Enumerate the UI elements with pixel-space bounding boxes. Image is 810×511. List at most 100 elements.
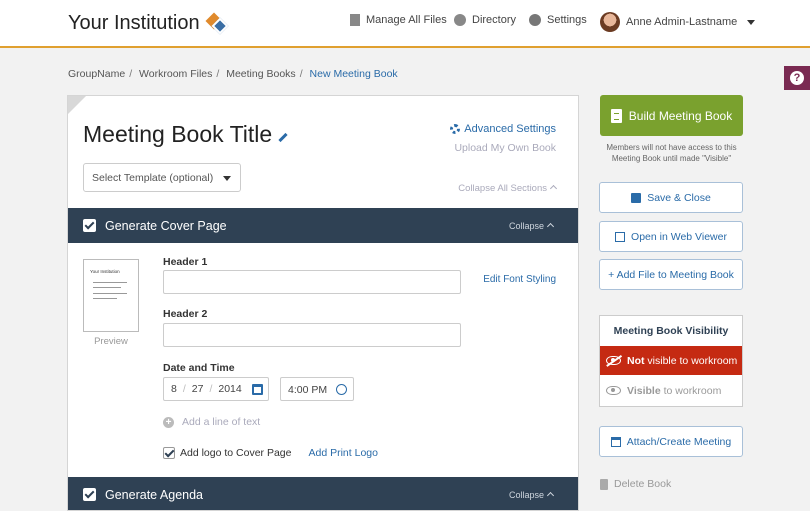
header2-label: Header 2	[163, 308, 208, 320]
breadcrumb-link[interactable]: GroupName	[68, 68, 125, 80]
build-meeting-book-button[interactable]: Build Meeting Book	[600, 95, 743, 136]
not-visible-option[interactable]: Not visible to workroom	[600, 346, 742, 375]
calendar-icon	[610, 436, 621, 447]
delete-label: Delete Book	[614, 478, 672, 490]
breadcrumb-separator: /	[299, 68, 303, 80]
page-fold-corner	[68, 96, 86, 114]
edit-font-styling-link[interactable]: Edit Font Styling	[483, 274, 556, 285]
thumbnail-line	[93, 287, 121, 288]
breadcrumb-link[interactable]: Meeting Books	[226, 68, 295, 80]
open-web-viewer-button[interactable]: Open in Web Viewer	[599, 221, 743, 252]
save-close-button[interactable]: Save & Close	[599, 182, 743, 213]
header2-input[interactable]	[163, 323, 461, 347]
visible-option[interactable]: Visible to workroom	[600, 375, 742, 406]
agenda-section-checkbox[interactable]	[83, 488, 96, 501]
visibility-panel: Meeting Book Visibility Not visible to w…	[599, 315, 743, 407]
header1-input[interactable]	[163, 270, 461, 294]
calendar-icon[interactable]	[252, 384, 263, 395]
nav-label: Settings	[547, 14, 587, 26]
user-menu[interactable]: Anne Admin-Lastname	[600, 12, 756, 32]
not-visible-text: visible to workroom	[647, 354, 738, 367]
help-button[interactable]: ?	[784, 66, 810, 90]
date-day: 27	[191, 383, 204, 395]
header1-label: Header 1	[163, 256, 208, 268]
collapse-label: Collapse	[508, 220, 544, 231]
nav-settings[interactable]: Settings	[529, 14, 587, 26]
visible-bold: Visible	[627, 384, 661, 397]
advanced-settings-link[interactable]: Advanced Settings	[450, 123, 556, 135]
date-separator: /	[182, 383, 186, 395]
breadcrumb: GroupName / Workroom Files / Meeting Books…	[68, 68, 398, 80]
visibility-title: Meeting Book Visibility	[613, 325, 729, 337]
user-name: Anne Admin-Lastname	[626, 16, 738, 28]
chevron-down-icon	[747, 19, 756, 25]
eye-slash-icon	[606, 356, 621, 365]
save-label: Save & Close	[647, 191, 711, 204]
book-icon	[610, 108, 622, 123]
breadcrumb-separator: /	[129, 68, 133, 80]
add-logo-label: Add logo to Cover Page	[180, 447, 292, 459]
cover-section-checkbox[interactable]	[83, 219, 96, 232]
help-icon: ?	[790, 71, 804, 85]
trash-icon	[600, 478, 608, 490]
nav-label: Directory	[472, 14, 517, 26]
template-select[interactable]: Select Template (optional)	[83, 163, 241, 192]
chevron-up-icon	[546, 491, 555, 499]
brand[interactable]: Your Institution	[68, 12, 229, 35]
eye-icon	[606, 386, 621, 395]
book-title-text: Meeting Book Title	[83, 121, 273, 147]
chevron-down-icon	[223, 176, 231, 181]
attach-label: Attach/Create Meeting	[626, 435, 732, 448]
cover-section-header[interactable]: Generate Cover Page Collapse	[68, 208, 578, 243]
agenda-section-title: Generate Agenda	[105, 487, 203, 502]
visible-text: to workroom	[663, 384, 722, 397]
breadcrumb-link[interactable]: Workroom Files	[139, 68, 212, 80]
template-select-value: Select Template (optional)	[92, 172, 214, 184]
top-bar: Your Institution Manage All Files Direct…	[0, 0, 810, 48]
add-line-label: Add a line of text	[182, 416, 261, 428]
build-label: Build Meeting Book	[628, 108, 733, 123]
nav-manage-files[interactable]: Manage All Files	[350, 14, 447, 26]
nav-directory[interactable]: Directory	[454, 14, 516, 26]
cover-collapse-toggle[interactable]: Collapse	[508, 220, 555, 231]
collapse-label: Collapse	[508, 489, 544, 500]
date-field[interactable]: 8 / 27 / 2014	[163, 377, 269, 401]
time-field[interactable]: 4:00 PM	[280, 377, 354, 401]
collapse-all-link[interactable]: Collapse All Sections	[458, 183, 558, 194]
add-file-label: + Add File to Meeting Book	[608, 268, 734, 281]
date-month: 8	[171, 383, 177, 395]
book-title[interactable]: Meeting Book Title	[83, 121, 288, 148]
upload-own-book-link[interactable]: Upload My Own Book	[454, 142, 556, 154]
thumbnail-line	[93, 293, 127, 294]
nav-label: Manage All Files	[366, 14, 447, 26]
save-icon	[631, 192, 642, 203]
add-print-logo-link[interactable]: Add Print Logo	[309, 447, 378, 459]
breadcrumb-separator: /	[216, 68, 220, 80]
agenda-collapse-toggle[interactable]: Collapse	[508, 489, 555, 500]
cover-preview-thumbnail[interactable]: Your Institution	[83, 259, 139, 332]
clock-icon[interactable]	[336, 384, 347, 395]
attach-create-meeting-button[interactable]: Attach/Create Meeting	[599, 426, 743, 457]
time-value: 4:00 PM	[288, 384, 328, 396]
add-logo-checkbox[interactable]	[163, 447, 175, 459]
date-time-label: Date and Time	[163, 362, 235, 374]
preview-label: Preview	[94, 336, 128, 347]
agenda-section-header[interactable]: Generate Agenda Collapse	[68, 477, 578, 510]
thumbnail-line	[93, 282, 127, 283]
advanced-settings-label: Advanced Settings	[464, 123, 556, 135]
collapse-all-label: Collapse All Sections	[458, 183, 547, 194]
add-file-button[interactable]: + Add File to Meeting Book	[599, 259, 743, 290]
pencil-icon[interactable]	[278, 132, 288, 143]
delete-book-link[interactable]: Delete Book	[600, 478, 671, 490]
brand-name: Your Institution	[68, 12, 200, 34]
logo-row: Add logo to Cover Page Add Print Logo	[163, 447, 378, 459]
add-line-of-text[interactable]: + Add a line of text	[163, 416, 260, 428]
not-visible-bold: Not	[627, 354, 645, 367]
date-separator: /	[209, 383, 213, 395]
date-year: 2014	[218, 383, 242, 395]
open-web-label: Open in Web Viewer	[631, 230, 727, 243]
cover-section-title: Generate Cover Page	[105, 218, 227, 233]
meeting-book-panel: Meeting Book Title Advanced Settings Upl…	[67, 95, 579, 511]
avatar	[600, 12, 620, 32]
gear-icon	[450, 124, 461, 134]
